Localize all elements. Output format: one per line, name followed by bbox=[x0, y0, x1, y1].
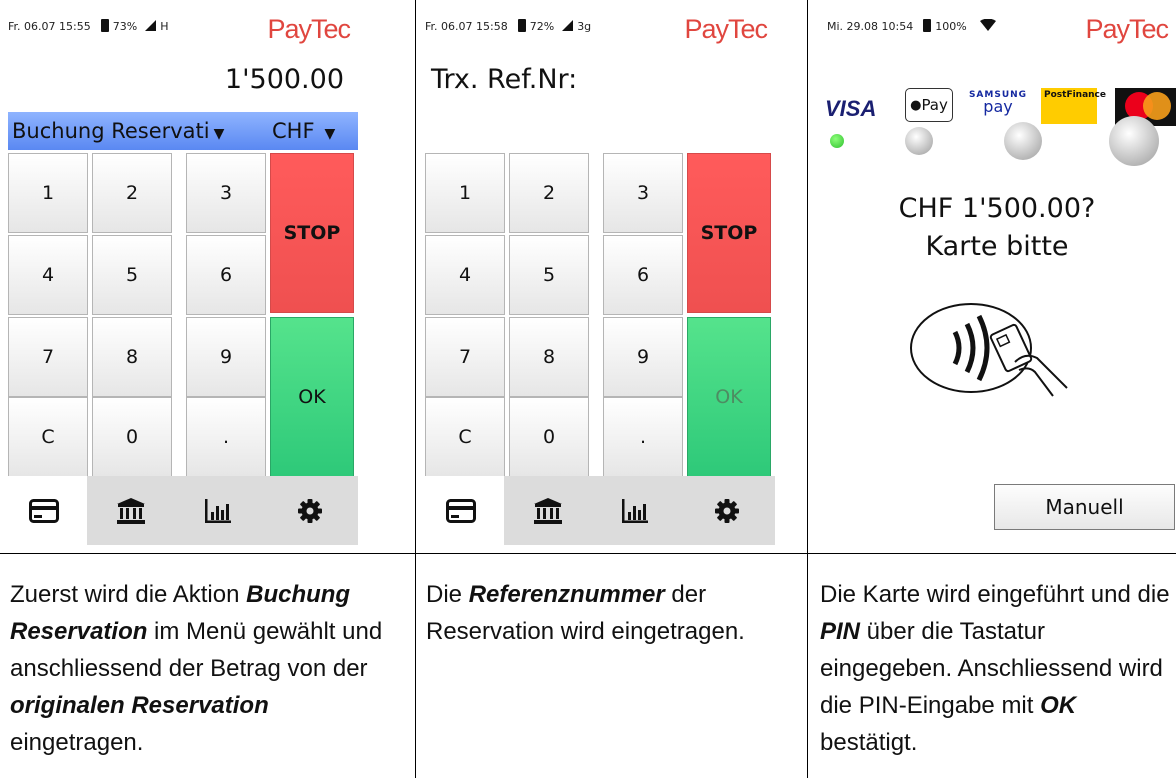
key-clear[interactable]: C bbox=[425, 397, 505, 477]
wifi-icon bbox=[980, 18, 997, 31]
paytec-logo: PayTec bbox=[1085, 14, 1169, 44]
tab-bank[interactable] bbox=[504, 476, 591, 545]
stop-button[interactable]: STOP bbox=[687, 153, 771, 313]
terminal-screen-card-prompt: Mi. 29.08 10:54 100% PayTec VISA ● Pay SAM… bbox=[819, 0, 1176, 545]
row-divider bbox=[0, 553, 1176, 554]
caption-step-2: Die Referenznummer der Reservation wird … bbox=[426, 581, 745, 645]
tab-card[interactable] bbox=[0, 476, 87, 545]
key-1[interactable]: 1 bbox=[425, 153, 505, 233]
key-dot[interactable]: . bbox=[603, 397, 683, 477]
key-2[interactable]: 2 bbox=[509, 153, 589, 233]
network-type: H bbox=[160, 20, 169, 33]
tab-stats[interactable] bbox=[174, 476, 261, 545]
gear-icon bbox=[297, 498, 322, 523]
key-0[interactable]: 0 bbox=[509, 397, 589, 477]
tab-stats[interactable] bbox=[591, 476, 678, 545]
column-divider-2 bbox=[807, 0, 808, 778]
key-3[interactable]: 3 bbox=[603, 153, 683, 233]
ok-button[interactable]: OK bbox=[270, 317, 354, 477]
apple-pay-logo: ● Pay bbox=[905, 88, 953, 122]
signal-icon bbox=[562, 20, 574, 31]
stop-button[interactable]: STOP bbox=[270, 153, 354, 313]
prompt-amount: CHF 1'500.00? bbox=[898, 193, 1096, 224]
battery-level: 100% bbox=[935, 20, 967, 33]
column-divider-1 bbox=[415, 0, 416, 778]
card-icon bbox=[445, 498, 476, 523]
battery-level: 72% bbox=[529, 20, 555, 33]
card-icon bbox=[28, 498, 59, 523]
chart-icon bbox=[621, 498, 648, 523]
terminal-screen-amount: Fr. 06.07 15:55 73% H PayTec 1'500.00 Buch… bbox=[0, 0, 358, 545]
paytec-logo: PayTec bbox=[267, 14, 351, 44]
key-dot[interactable]: . bbox=[186, 397, 266, 477]
reference-number-label: Trx. Ref.Nr: bbox=[431, 64, 578, 95]
terminal-screen-reference: Fr. 06.07 15:58 72% 3g PayTec Trx. Ref.Nr:… bbox=[417, 0, 775, 545]
battery-icon bbox=[923, 19, 932, 32]
tab-bank[interactable] bbox=[87, 476, 174, 545]
tab-settings[interactable] bbox=[261, 476, 358, 545]
caption-step-1: Zuerst wird die Aktion Buchung Reservati… bbox=[10, 581, 383, 756]
status-led-4 bbox=[1109, 116, 1159, 166]
ok-button[interactable]: OK bbox=[687, 317, 771, 477]
status-bar: Fr. 06.07 15:58 72% 3g PayTec bbox=[417, 0, 775, 44]
key-2[interactable]: 2 bbox=[92, 153, 172, 233]
paytec-logo: PayTec bbox=[684, 14, 768, 44]
key-0[interactable]: 0 bbox=[92, 397, 172, 477]
battery-level: 73% bbox=[112, 20, 138, 33]
currency-dropdown[interactable]: CHF ▼ bbox=[268, 112, 358, 150]
status-led-3 bbox=[1004, 122, 1042, 160]
key-6[interactable]: 6 bbox=[603, 235, 683, 315]
transaction-type-dropdown[interactable]: Buchung Reservati ▼ bbox=[8, 112, 268, 150]
key-3[interactable]: 3 bbox=[186, 153, 266, 233]
chevron-down-icon: ▼ bbox=[213, 126, 225, 142]
transaction-type-label: Buchung Reservati bbox=[12, 119, 210, 143]
key-5[interactable]: 5 bbox=[92, 235, 172, 315]
manual-entry-button[interactable]: Manuell bbox=[994, 484, 1175, 530]
tab-bar bbox=[417, 476, 775, 545]
status-date: Fr. 06.07 15:55 bbox=[8, 20, 91, 33]
samsung-pay-logo: SAMSUNG pay bbox=[968, 90, 1028, 116]
key-6[interactable]: 6 bbox=[186, 235, 266, 315]
contactless-card-icon bbox=[910, 303, 1068, 397]
status-date: Mi. 29.08 10:54 bbox=[827, 20, 914, 33]
bank-icon bbox=[533, 497, 562, 524]
prompt-text: Karte bitte bbox=[925, 231, 1069, 262]
key-7[interactable]: 7 bbox=[8, 317, 88, 397]
network-type: 3g bbox=[577, 20, 592, 33]
key-clear[interactable]: C bbox=[8, 397, 88, 477]
key-4[interactable]: 4 bbox=[8, 235, 88, 315]
tab-bar bbox=[0, 476, 358, 545]
key-1[interactable]: 1 bbox=[8, 153, 88, 233]
tab-card[interactable] bbox=[417, 476, 504, 545]
visa-logo: VISA bbox=[825, 96, 877, 121]
apple-icon: ● bbox=[910, 97, 922, 113]
status-bar: Mi. 29.08 10:54 100% PayTec bbox=[819, 0, 1176, 44]
key-8[interactable]: 8 bbox=[509, 317, 589, 397]
bank-icon bbox=[116, 497, 145, 524]
key-8[interactable]: 8 bbox=[92, 317, 172, 397]
battery-icon bbox=[100, 19, 109, 32]
amount-display: 1'500.00 bbox=[224, 64, 344, 95]
gear-icon bbox=[714, 498, 739, 523]
key-7[interactable]: 7 bbox=[425, 317, 505, 397]
status-led-1 bbox=[830, 134, 844, 148]
caption-step-3: Die Karte wird eingeführt und die PIN üb… bbox=[820, 581, 1170, 756]
battery-icon bbox=[517, 19, 526, 32]
signal-icon bbox=[145, 20, 157, 31]
currency-label: CHF bbox=[272, 119, 315, 143]
tab-settings[interactable] bbox=[678, 476, 775, 545]
key-9[interactable]: 9 bbox=[603, 317, 683, 397]
status-led-2 bbox=[905, 127, 933, 155]
key-5[interactable]: 5 bbox=[509, 235, 589, 315]
status-date: Fr. 06.07 15:58 bbox=[425, 20, 508, 33]
postfinance-logo: PostFinance bbox=[1041, 88, 1106, 124]
status-bar: Fr. 06.07 15:55 73% H PayTec bbox=[0, 0, 358, 44]
chevron-down-icon: ▼ bbox=[324, 126, 336, 142]
chart-icon bbox=[204, 498, 231, 523]
key-9[interactable]: 9 bbox=[186, 317, 266, 397]
key-4[interactable]: 4 bbox=[425, 235, 505, 315]
